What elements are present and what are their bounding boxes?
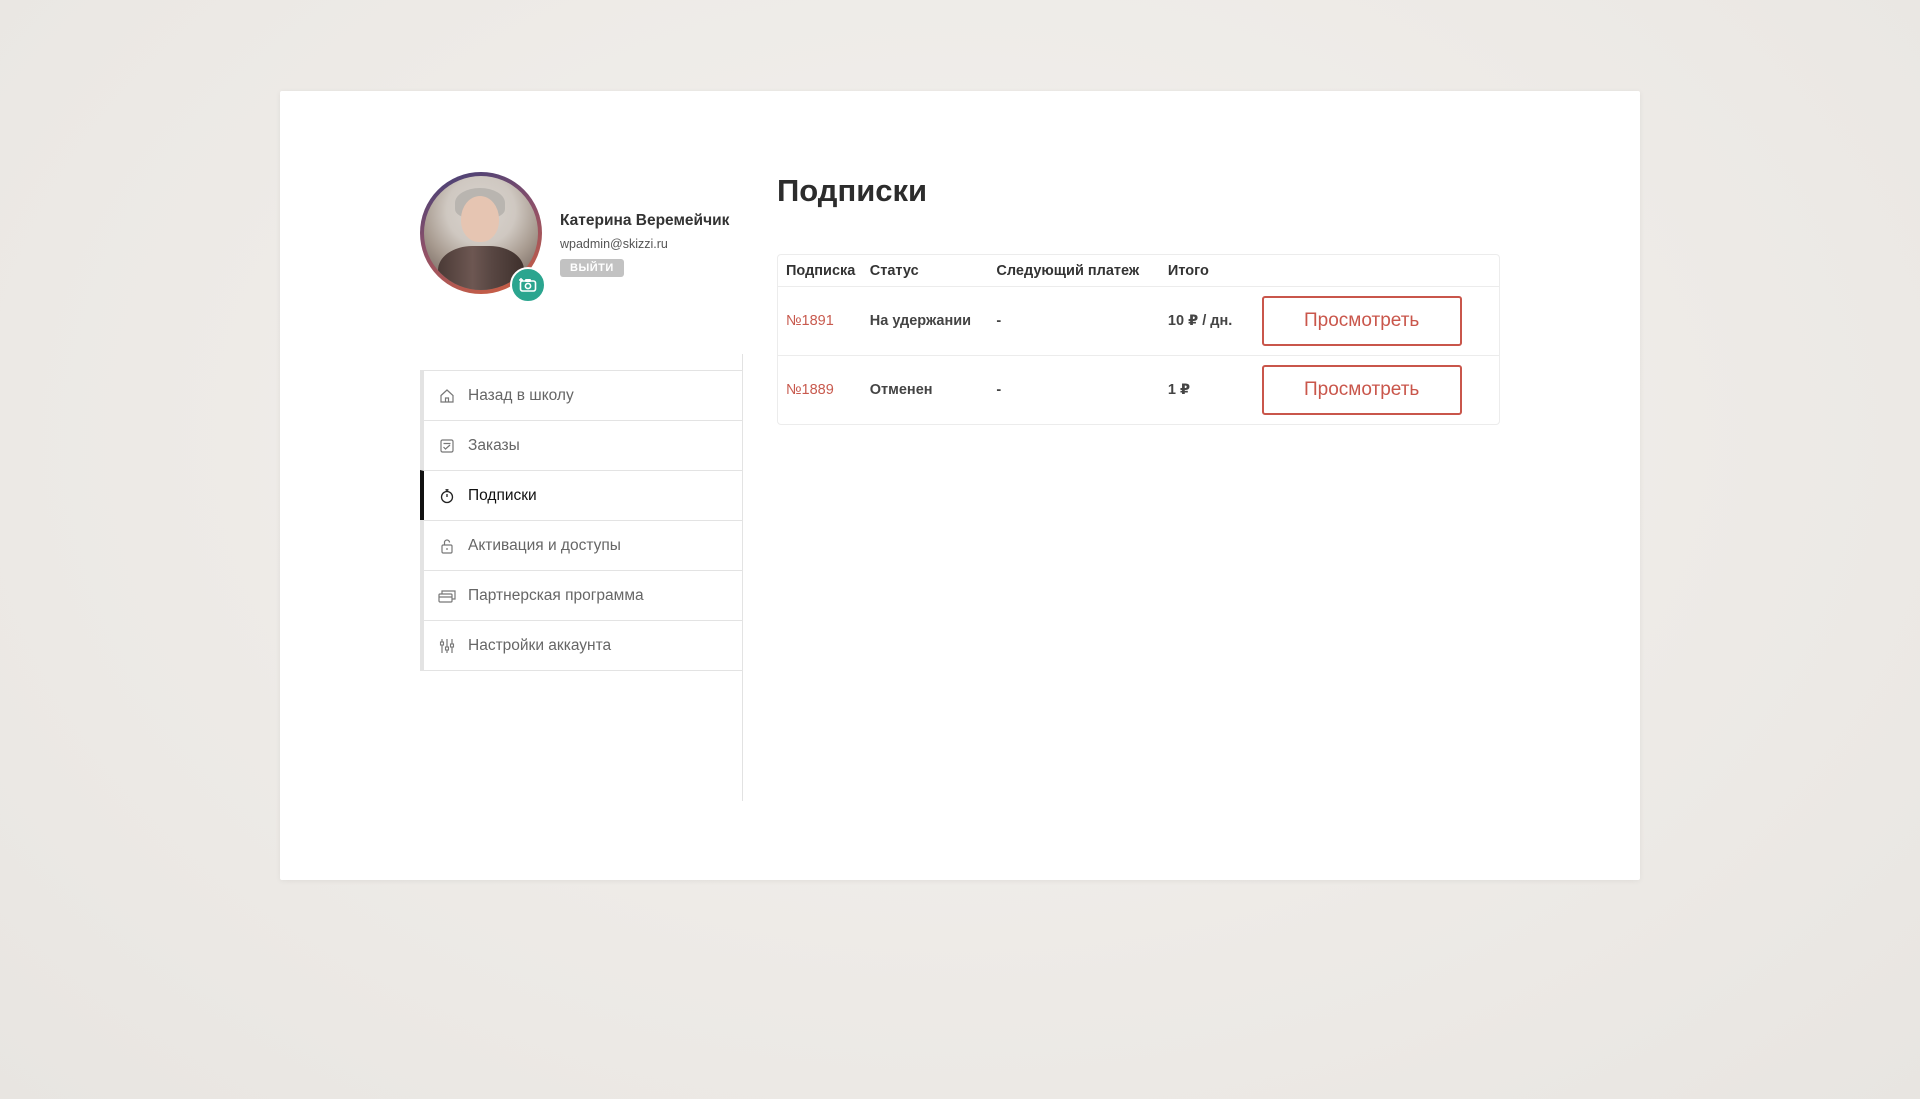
column-header-next-payment: Следующий платеж xyxy=(996,262,1140,279)
account-card: Катерина Веремейчик wpadmin@skizzi.ru ВЫ… xyxy=(280,91,1640,880)
subscription-id-link[interactable]: №1889 xyxy=(778,382,870,398)
subscriptions-table: Подписка Статус Следующий платеж Итого №… xyxy=(777,254,1500,425)
orders-icon xyxy=(438,437,456,455)
subscription-status: Отменен xyxy=(869,382,933,398)
sidebar-item-partner-program[interactable]: Партнерская программа xyxy=(420,570,743,621)
next-payment: - xyxy=(996,313,1002,329)
sidebar-item-label: Активация и доступы xyxy=(468,536,621,554)
column-header-status: Статус xyxy=(869,262,919,279)
sidebar-item-label: Подписки xyxy=(468,486,537,504)
camera-add-icon xyxy=(519,278,537,292)
user-name: Катерина Веремейчик xyxy=(560,212,730,229)
view-subscription-button[interactable]: Просмотреть xyxy=(1261,296,1462,346)
unlock-icon xyxy=(438,537,456,555)
table-header-row: Подписка Статус Следующий платеж Итого xyxy=(778,255,1499,286)
table-row: №1891 На удержании - 10 ₽ / дн. Просмотр… xyxy=(778,286,1499,355)
sidebar-item-activation[interactable]: Активация и доступы xyxy=(420,520,743,571)
subscription-total: 1 ₽ xyxy=(1167,382,1191,398)
sidebar-item-label: Назад в школу xyxy=(468,386,574,404)
table-row: №1889 Отменен - 1 ₽ Просмотреть xyxy=(778,355,1499,424)
sidebar-item-account-settings[interactable]: Настройки аккаунта xyxy=(420,620,743,671)
next-payment: - xyxy=(996,382,1002,398)
sidebar-item-label: Партнерская программа xyxy=(468,586,644,604)
sidebar-item-subscriptions[interactable]: Подписки xyxy=(420,470,743,521)
logout-button[interactable]: ВЫЙТИ xyxy=(560,259,624,277)
sidebar-item-orders[interactable]: Заказы xyxy=(420,420,743,471)
subscription-id-link[interactable]: №1891 xyxy=(778,313,870,329)
page-title: Подписки xyxy=(777,173,928,208)
user-email: wpadmin@skizzi.ru xyxy=(560,237,668,251)
view-subscription-button[interactable]: Просмотреть xyxy=(1261,365,1462,415)
column-header-subscription: Подписка xyxy=(786,262,856,279)
sidebar-item-label: Настройки аккаунта xyxy=(468,636,612,654)
subscription-total: 10 ₽ / дн. xyxy=(1167,313,1233,329)
profile-block: Катерина Веремейчик wpadmin@skizzi.ru ВЫ… xyxy=(420,172,750,303)
account-nav: Назад в школу Заказы Подписки Активация … xyxy=(420,370,743,671)
change-photo-button[interactable] xyxy=(510,267,546,303)
sliders-icon xyxy=(438,637,456,655)
column-header-total: Итого xyxy=(1167,262,1209,279)
sidebar-item-label: Заказы xyxy=(468,436,520,454)
sidebar-item-back-to-school[interactable]: Назад в школу xyxy=(420,370,743,421)
subscription-status: На удержании xyxy=(869,313,972,329)
cards-icon xyxy=(438,587,456,605)
timer-icon xyxy=(438,487,456,505)
home-icon xyxy=(438,387,456,405)
